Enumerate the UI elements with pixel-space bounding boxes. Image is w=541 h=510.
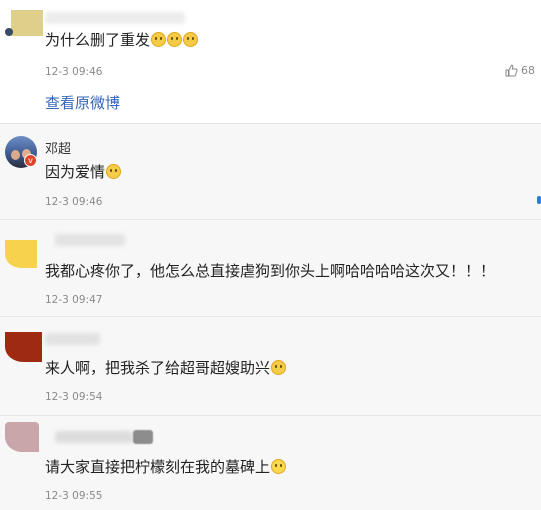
comment-text: 因为爱情 xyxy=(45,162,122,182)
laughing-emoji-icon xyxy=(271,360,287,375)
scroll-marker xyxy=(537,196,541,204)
reply-text: 为什么删了重发 xyxy=(45,30,199,50)
comment-text: 请大家直接把柠檬刻在我的墓碑上 xyxy=(45,457,287,477)
divider xyxy=(0,316,541,317)
username-fragment xyxy=(133,430,153,444)
laughing-emoji-icon xyxy=(167,32,183,47)
blurred-username xyxy=(55,234,125,246)
avatar[interactable] xyxy=(5,422,39,452)
comment-time: 12-3 09:46 xyxy=(45,196,103,208)
avatar[interactable] xyxy=(5,240,37,268)
comment-text: 我都心疼你了，他怎么总直接虐狗到你头上啊哈哈哈哈这次又！！！ xyxy=(45,262,496,280)
thumbs-up-icon xyxy=(505,64,518,77)
comment-text: 来人啊，把我杀了给超哥超嫂助兴 xyxy=(45,358,287,378)
avatar[interactable] xyxy=(5,10,43,36)
verified-badge-icon: v xyxy=(24,154,37,167)
reply-time: 12-3 09:46 xyxy=(45,66,103,78)
blurred-username xyxy=(45,12,185,24)
comment-time: 12-3 09:47 xyxy=(45,294,103,306)
like-count: 68 xyxy=(521,64,535,77)
laughing-emoji-icon xyxy=(151,32,167,47)
divider xyxy=(0,415,541,416)
avatar[interactable] xyxy=(5,332,42,362)
blurred-username xyxy=(45,333,100,345)
comment-time: 12-3 09:55 xyxy=(45,490,103,502)
quoted-reply-block: 为什么删了重发 12-3 09:46 68 查看原微博 xyxy=(0,0,541,123)
comment-time: 12-3 09:54 xyxy=(45,391,103,403)
view-original-link[interactable]: 查看原微博 xyxy=(45,92,120,113)
thinking-emoji-icon xyxy=(271,459,287,474)
laughing-emoji-icon xyxy=(106,164,122,179)
laughing-emoji-icon xyxy=(183,32,199,47)
like-button[interactable]: 68 xyxy=(505,64,535,77)
blurred-username xyxy=(55,431,133,443)
divider xyxy=(0,219,541,220)
comment-list: v 邓超 因为爱情 12-3 09:46 我都心疼你了，他怎么总直接虐狗到你头上… xyxy=(0,123,541,510)
comment-username[interactable]: 邓超 xyxy=(45,138,71,157)
